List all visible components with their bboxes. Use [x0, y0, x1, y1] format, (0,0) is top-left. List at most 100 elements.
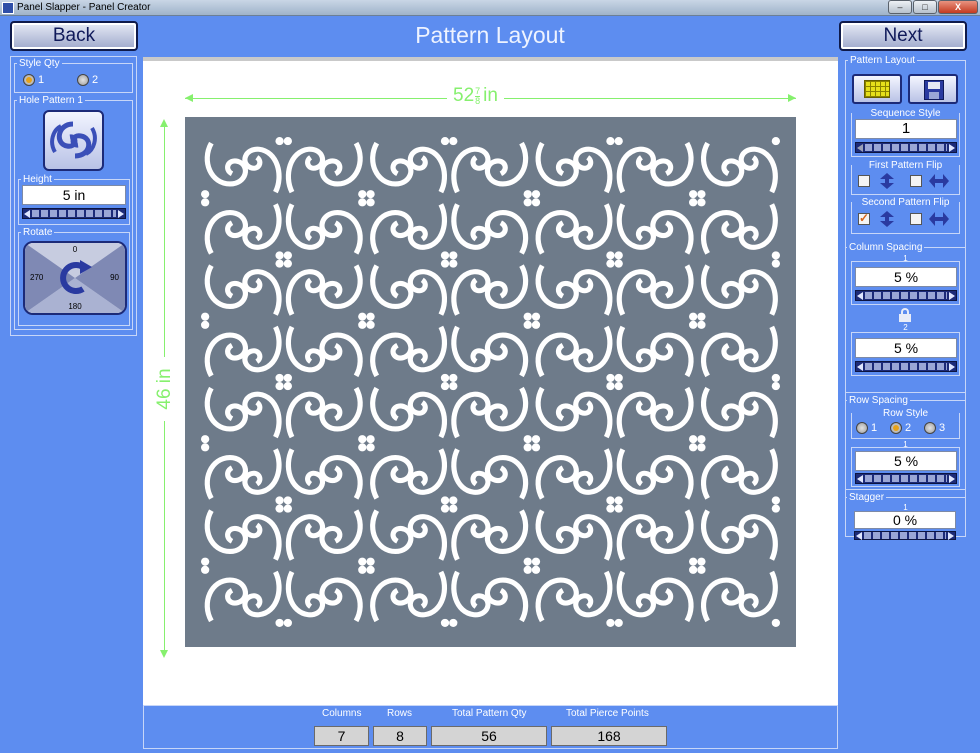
- width-arrow-right-icon: [788, 94, 796, 102]
- title-bar: Panel Slapper - Panel Creator – □ X: [0, 0, 980, 16]
- style-qty-radio-2[interactable]: 2: [77, 74, 98, 86]
- maximize-button[interactable]: □: [913, 0, 937, 14]
- height-value[interactable]: 5 in: [22, 185, 126, 205]
- slider-right-icon[interactable]: [949, 143, 955, 152]
- row-style-radio-2[interactable]: 2: [890, 422, 911, 434]
- radio-dot: [77, 74, 89, 86]
- slider-right-icon[interactable]: [949, 474, 955, 483]
- slider-left-icon[interactable]: [24, 209, 30, 218]
- motif-dot: [531, 190, 541, 199]
- height-arrow-down-icon: [160, 650, 168, 658]
- height-slider[interactable]: [22, 208, 126, 219]
- lock-icon[interactable]: [898, 308, 912, 322]
- motif-dot: [358, 198, 367, 207]
- motif-dot: [689, 320, 698, 329]
- slider-left-icon[interactable]: [857, 143, 863, 152]
- first-flip-vertical-checkbox[interactable]: [858, 175, 870, 187]
- second-flip-vertical-checkbox[interactable]: [858, 211, 870, 225]
- row-style-radio-1[interactable]: 1: [856, 422, 877, 434]
- next-button[interactable]: Next: [839, 21, 967, 51]
- row-spacing-slider[interactable]: [855, 473, 957, 484]
- column-spacing-2-value[interactable]: 5 %: [855, 338, 957, 358]
- motif-dot: [201, 198, 210, 207]
- stat-value-total-pierce-points: 168: [551, 726, 667, 746]
- motif-dot: [771, 496, 780, 505]
- motif-dot: [440, 504, 450, 513]
- stagger-slider[interactable]: [854, 531, 956, 540]
- hole-pattern-group: Hole Pattern 1 Height 5 in Rotate 0 270 …: [14, 95, 133, 330]
- motif-dot: [523, 190, 532, 199]
- motif-dot: [771, 259, 780, 268]
- sequence-style-value[interactable]: 1: [855, 119, 957, 139]
- radio-dot: [856, 422, 868, 434]
- motif-dot: [201, 190, 210, 199]
- close-button[interactable]: X: [938, 0, 978, 14]
- hole-pattern-button[interactable]: [43, 110, 104, 171]
- slider-track: [865, 292, 947, 299]
- motif-dot: [449, 251, 458, 260]
- motif-dot: [358, 320, 367, 329]
- motif-dot: [531, 312, 541, 321]
- row-style-radio-3[interactable]: 3: [924, 422, 945, 434]
- sequence-style-slider[interactable]: [855, 142, 957, 153]
- stat-value-total-pattern-qty: 56: [431, 726, 547, 746]
- pattern-panel[interactable]: [185, 117, 796, 647]
- row-spacing-group: Row Spacing Row Style 1 2 3 1 5 %: [845, 395, 966, 490]
- motif-dot: [689, 190, 698, 199]
- back-button[interactable]: Back: [10, 21, 138, 51]
- slider-right-icon[interactable]: [949, 362, 955, 371]
- slider-left-icon[interactable]: [857, 291, 863, 300]
- row-style-text: Row Style: [882, 408, 928, 419]
- slider-right-icon[interactable]: [949, 291, 955, 300]
- slider-track: [32, 210, 116, 217]
- radio-label: 3: [939, 422, 946, 434]
- motif-dot: [523, 198, 532, 207]
- slider-track: [865, 475, 947, 482]
- column-spacing-1-slider[interactable]: [855, 290, 957, 301]
- second-pattern-flip-group: Second Pattern Flip: [851, 197, 960, 234]
- motif-dot: [606, 373, 615, 382]
- motif-dot: [366, 198, 375, 207]
- slider-left-icon[interactable]: [857, 474, 863, 483]
- motif-dot: [697, 198, 706, 207]
- left-panel: Style Qty 1 2 Hole Pattern 1 Height 5 in…: [10, 56, 137, 336]
- row-spacing-value[interactable]: 5 %: [855, 451, 957, 471]
- motif-dot: [531, 565, 541, 574]
- motif-dot: [275, 251, 284, 260]
- stat-value-rows: 8: [373, 726, 427, 746]
- motif-dot: [275, 618, 284, 627]
- rotate-control[interactable]: 0 270 90 180: [23, 241, 127, 315]
- slider-left-icon[interactable]: [856, 531, 862, 540]
- save-button[interactable]: [908, 74, 958, 104]
- column-spacing-group: Column Spacing 1 5 % 2 5 %: [845, 242, 966, 393]
- slider-right-icon[interactable]: [948, 531, 954, 540]
- style-qty-label: Style Qty: [17, 58, 62, 69]
- stat-label-total-pattern-qty: Total Pattern Qty: [450, 708, 529, 719]
- column-spacing-2-slider[interactable]: [855, 361, 957, 372]
- row-spacing-label: Row Spacing: [847, 395, 910, 406]
- motif-dot: [771, 618, 780, 627]
- stagger-value[interactable]: 0 %: [854, 511, 956, 529]
- motif-dot: [771, 251, 780, 260]
- motif-dot: [523, 312, 532, 321]
- motif-dot: [201, 565, 210, 574]
- flip-horizontal-icon: [929, 174, 949, 188]
- style-qty-radio-1[interactable]: 1: [23, 74, 44, 86]
- motif-dot: [531, 198, 541, 207]
- column-spacing-1-value[interactable]: 5 %: [855, 267, 957, 287]
- pattern-layout-label: Pattern Layout: [848, 55, 918, 66]
- second-flip-horizontal-checkbox[interactable]: [910, 213, 922, 225]
- slider-left-icon[interactable]: [857, 362, 863, 371]
- motif-dot: [283, 259, 292, 268]
- minimize-button[interactable]: –: [888, 0, 912, 14]
- grid-view-button[interactable]: [852, 74, 902, 104]
- motif-dot: [366, 190, 375, 199]
- motif-dot: [283, 496, 292, 505]
- motif-dot: [201, 320, 210, 329]
- motif-dot: [449, 382, 458, 391]
- stagger-group: Stagger 1 0 %: [845, 492, 966, 540]
- flip-vertical-icon: [880, 173, 894, 189]
- motif-dot: [283, 618, 292, 627]
- slider-right-icon[interactable]: [118, 209, 124, 218]
- first-flip-horizontal-checkbox[interactable]: [910, 175, 922, 187]
